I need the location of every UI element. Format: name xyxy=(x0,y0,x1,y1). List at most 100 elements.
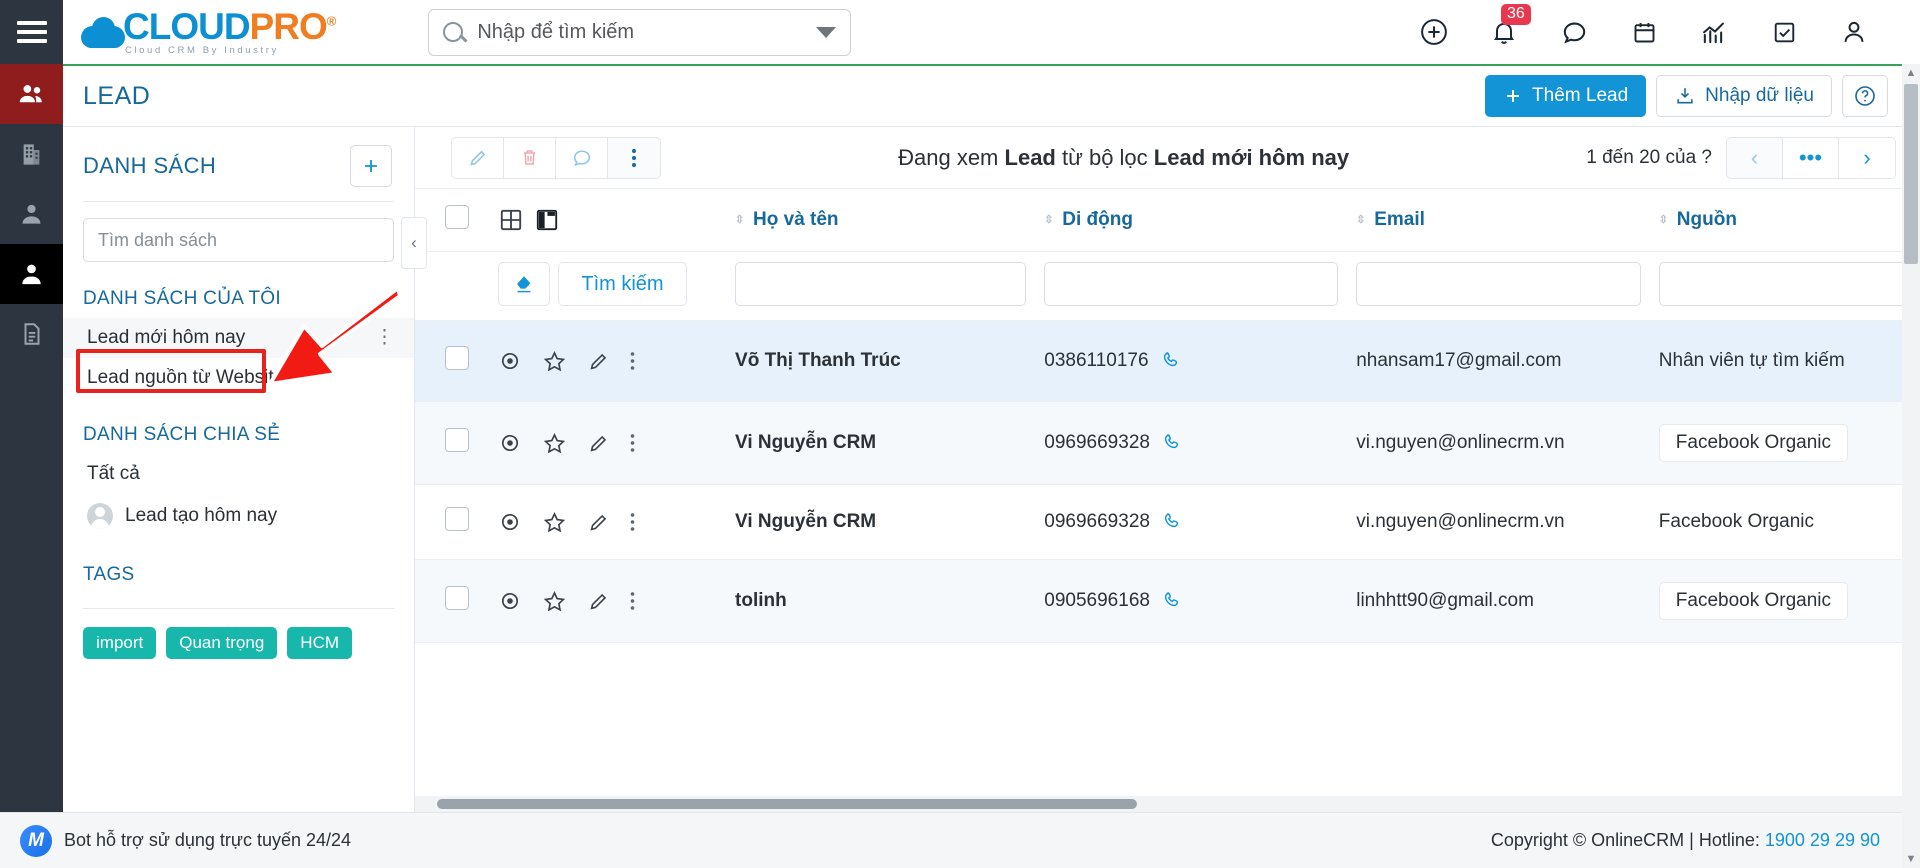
list-item-lead-moi-hom-nay[interactable]: Lead mới hôm nay ⋮ xyxy=(63,318,414,358)
favorite-star-icon[interactable] xyxy=(542,510,567,535)
chat-bubble-icon[interactable] xyxy=(1558,16,1590,48)
phone-call-icon[interactable] xyxy=(1163,511,1182,532)
hamburger-icon xyxy=(16,21,47,43)
cell-email[interactable]: vi.nguyen@onlinecrm.vn xyxy=(1356,401,1659,485)
footer-bot-link[interactable]: M Bot hỗ trợ sử dụng trực tuyến 24/24 xyxy=(20,824,351,857)
add-lead-button[interactable]: Thêm Lead xyxy=(1485,75,1647,117)
analytics-chart-icon[interactable] xyxy=(1698,16,1730,48)
header-source[interactable]: ⇳ Nguồn xyxy=(1658,189,1920,252)
rail-item-leads[interactable] xyxy=(0,244,63,304)
rail-item-contacts[interactable] xyxy=(0,64,63,124)
favorite-star-icon[interactable] xyxy=(542,349,567,374)
view-eye-icon[interactable] xyxy=(498,510,522,534)
phone-call-icon[interactable] xyxy=(1162,350,1181,371)
more-actions-button[interactable] xyxy=(608,137,660,178)
add-circle-icon[interactable] xyxy=(1418,16,1450,48)
tag-import[interactable]: import xyxy=(83,627,157,659)
row-menu-icon[interactable] xyxy=(630,433,635,453)
table-row[interactable]: Vi Nguyễn CRM 0969669328 vi.nguyen@onlin… xyxy=(415,484,1920,560)
table-row[interactable]: tolinh 0905696168 linhhtt90@gmail.com Fa… xyxy=(415,559,1920,643)
scroll-down-arrow-icon[interactable]: ▼ xyxy=(1902,850,1920,868)
clear-filters-button[interactable] xyxy=(498,262,551,306)
horizontal-scrollbar[interactable] xyxy=(415,796,1920,812)
row-checkbox[interactable] xyxy=(445,346,469,370)
list-item-lead-nguon-tu-website[interactable]: Lead nguồn từ Website xyxy=(63,358,414,398)
list-item-menu-icon[interactable]: ⋮ xyxy=(375,328,394,347)
edit-button[interactable] xyxy=(452,137,504,178)
rail-item-people[interactable] xyxy=(0,184,63,244)
collapse-panel-handle[interactable]: ‹ xyxy=(401,217,427,269)
page-options-button[interactable]: ••• xyxy=(1782,137,1839,178)
tag-quan-trong[interactable]: Quan trọng xyxy=(166,627,278,659)
header-name[interactable]: ⇳ Họ và tên xyxy=(735,189,1045,252)
notifications-bell-icon[interactable]: 36 xyxy=(1488,4,1531,48)
calendar-icon[interactable] xyxy=(1628,16,1660,48)
row-checkbox[interactable] xyxy=(445,507,469,531)
list-search-box[interactable] xyxy=(83,218,394,262)
vertical-scrollbar[interactable]: ▲ ▼ xyxy=(1902,64,1920,868)
list-item-tat-ca[interactable]: Tất cả xyxy=(63,454,414,494)
phone-call-icon[interactable] xyxy=(1163,432,1182,453)
rail-item-company[interactable] xyxy=(0,124,63,184)
grid-view-icon[interactable] xyxy=(498,207,524,233)
help-button[interactable] xyxy=(1842,75,1888,117)
filter-input-mobile[interactable] xyxy=(1044,262,1339,306)
row-menu-icon[interactable] xyxy=(630,591,635,611)
cell-name[interactable]: tolinh xyxy=(735,559,1045,643)
row-checkbox[interactable] xyxy=(445,428,469,452)
import-data-button[interactable]: Nhập dữ liệu xyxy=(1656,75,1832,117)
phone-call-icon[interactable] xyxy=(1163,590,1182,611)
view-eye-icon[interactable] xyxy=(498,589,522,613)
rail-item-documents[interactable] xyxy=(0,304,63,364)
tasks-checkbox-icon[interactable] xyxy=(1768,16,1800,48)
header-email[interactable]: ⇳ Email xyxy=(1356,189,1659,252)
view-eye-icon[interactable] xyxy=(498,431,522,455)
tag-hcm[interactable]: HCM xyxy=(287,627,353,659)
cell-email[interactable]: linhhtt90@gmail.com xyxy=(1356,559,1659,643)
cell-name[interactable]: Vi Nguyễn CRM xyxy=(735,484,1045,560)
favorite-star-icon[interactable] xyxy=(542,431,567,456)
view-eye-icon[interactable] xyxy=(498,349,522,373)
menu-toggle-button[interactable] xyxy=(0,0,63,64)
prev-page-button[interactable]: ‹ xyxy=(1726,137,1783,178)
hotline-link[interactable]: 1900 29 29 90 xyxy=(1765,830,1880,850)
comment-button[interactable] xyxy=(556,137,608,178)
messenger-icon[interactable]: M xyxy=(20,824,52,857)
filter-input-email[interactable] xyxy=(1356,262,1641,306)
add-list-button[interactable] xyxy=(350,145,392,187)
row-checkbox[interactable] xyxy=(445,586,469,610)
cell-email[interactable]: vi.nguyen@onlinecrm.vn xyxy=(1356,484,1659,560)
header-mobile[interactable]: ⇳ Di động xyxy=(1044,189,1357,252)
filter-input-source[interactable] xyxy=(1658,262,1920,306)
list-item-label: Lead nguồn từ Website xyxy=(87,367,285,388)
favorite-star-icon[interactable] xyxy=(542,589,567,614)
row-menu-icon[interactable] xyxy=(630,512,635,532)
edit-pencil-icon[interactable] xyxy=(587,432,610,455)
edit-pencil-icon[interactable] xyxy=(587,511,610,534)
top-icon-bar: 36 xyxy=(1418,4,1920,48)
cell-name[interactable]: Vi Nguyễn CRM xyxy=(735,401,1045,485)
select-all-checkbox[interactable] xyxy=(445,205,469,229)
app-logo[interactable]: CLOUDPRO® Cloud CRM By Industry xyxy=(63,8,336,56)
split-view-icon[interactable] xyxy=(534,207,560,233)
user-profile-icon[interactable] xyxy=(1838,16,1870,48)
filter-input-name[interactable] xyxy=(735,262,1027,306)
edit-pencil-icon[interactable] xyxy=(587,350,610,373)
vertical-scroll-thumb[interactable] xyxy=(1904,84,1918,264)
global-search[interactable] xyxy=(428,8,852,56)
row-menu-icon[interactable] xyxy=(630,351,635,371)
cell-email[interactable]: nhansam17@gmail.com xyxy=(1356,320,1659,402)
search-input[interactable] xyxy=(477,20,809,44)
list-item-lead-tao-hom-nay[interactable]: Lead tạo hôm nay xyxy=(63,494,414,538)
chevron-down-icon[interactable] xyxy=(816,26,837,38)
search-filter-button[interactable]: Tìm kiếm xyxy=(558,262,687,306)
cell-name[interactable]: Võ Thị Thanh Trúc xyxy=(735,320,1045,402)
edit-pencil-icon[interactable] xyxy=(587,590,610,613)
horizontal-scroll-thumb[interactable] xyxy=(437,799,1137,809)
table-row[interactable]: Vi Nguyễn CRM 0969669328 vi.nguyen@onlin… xyxy=(415,401,1920,485)
delete-button[interactable] xyxy=(504,137,556,178)
next-page-button[interactable]: › xyxy=(1838,137,1895,178)
table-row[interactable]: Võ Thị Thanh Trúc 0386110176 nhansam17@g… xyxy=(415,320,1920,402)
list-search-input[interactable] xyxy=(98,229,379,251)
scroll-up-arrow-icon[interactable]: ▲ xyxy=(1902,64,1920,82)
